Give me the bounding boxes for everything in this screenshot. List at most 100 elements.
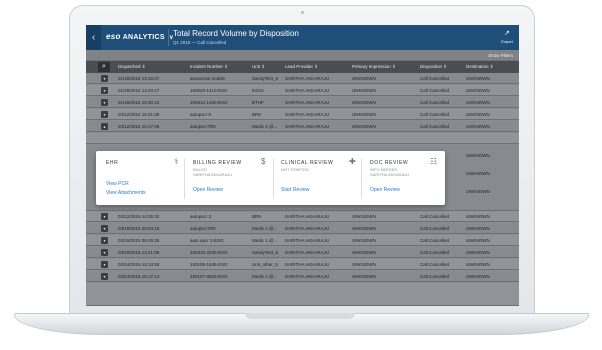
- column-header-unit[interactable]: Unit ⇕: [252, 64, 265, 70]
- column-header-disposition[interactable]: Disposition ⇕: [420, 64, 447, 70]
- table-row[interactable]: ▾ 03/24/2015 16:17:14 150107-0820-ESO Me…: [86, 271, 519, 282]
- table-row[interactable]: ▾ 01/29/2015 14:20:17 150529-1410-ESO ES…: [86, 85, 519, 96]
- export-button[interactable]: ↗ Export: [495, 25, 519, 50]
- cell-destination: UNKNOWN: [466, 214, 490, 219]
- back-button[interactable]: ‹: [86, 25, 101, 50]
- cell-unit: Medic 2 @...: [252, 124, 278, 129]
- cell-lead-provider: SARITHA AKKARAJU: [285, 274, 330, 279]
- cell-unit: BR9: [252, 214, 261, 219]
- doc-review-title: DOC REVIEW: [370, 160, 409, 166]
- page-subtitle: Q1 2015 — Call Cancelled: [173, 40, 227, 45]
- cell-lead-provider: SARITHA AKKARAJU: [285, 88, 330, 93]
- doc-open-review-link[interactable]: Open Review: [370, 187, 400, 193]
- cell-lead-provider: SARITHA AKKARAJU: [285, 262, 330, 267]
- page-title: Total Record Volume by Disposition: [173, 29, 299, 38]
- cell-dispatched: 03/18/2015 20:53:18: [118, 226, 160, 231]
- column-header-dispatched[interactable]: Dispatched ⇕: [118, 64, 146, 70]
- cell-unit: BR9: [252, 112, 261, 117]
- show-filters-button[interactable]: Show Filters: [488, 53, 513, 58]
- cell-destination: UNKNOWN: [466, 100, 490, 105]
- cell-dispatched: 03/19/2015 13:41:08: [118, 250, 160, 255]
- cell-incident-number: autopscr7R0: [190, 124, 216, 129]
- cell-unit: SandyTest_5: [252, 250, 279, 255]
- cell-primary-impression: UNKNOWN: [352, 250, 376, 255]
- cell-primary-impression: UNKNOWN: [352, 100, 376, 105]
- table-row[interactable]: ▾ 03/18/2015 09:46:35 auto epcr 2-ESO Me…: [86, 235, 519, 246]
- row-expand-button[interactable]: ▾: [101, 249, 108, 256]
- row-expand-button[interactable]: ▾: [101, 87, 108, 94]
- cell-dispatched: 03/12/2015 14:25:32: [118, 214, 160, 219]
- cell-disposition: Call Cancelled: [420, 112, 450, 117]
- table-row[interactable]: ▾ 03/18/2015 20:53:18 autopscr7R0 Medic …: [86, 223, 519, 234]
- cell-unit: Unit_other_5: [252, 262, 278, 267]
- billing-open-review-link[interactable]: Open Review: [193, 187, 223, 193]
- cell-incident-number: auto epcr 2-ESO: [190, 238, 224, 243]
- cell-unit: BTHF: [252, 100, 264, 105]
- app-header: ‹ eso ANALYTICS ∨ Total Record Volume by…: [86, 25, 519, 50]
- cell-destination: UNKNOWN: [466, 171, 490, 176]
- column-header-destination[interactable]: Destination ⇕: [466, 64, 494, 70]
- cell-lead-provider: SARITHA AKKARAJU: [285, 250, 330, 255]
- cell-incident-number: asosensor.mobile: [190, 76, 226, 81]
- cell-dispatched: 01/29/2015 15:30:12: [118, 100, 160, 105]
- cell-primary-impression: UNKNOWN: [352, 214, 376, 219]
- column-header-incident-number[interactable]: Incident Number ⇕: [190, 64, 228, 70]
- doc-review-section: DOC REVIEW ☷ INFO NEEDED SARITHA AKKARAJ…: [370, 151, 442, 205]
- billing-review-title: BILLING REVIEW: [193, 160, 242, 166]
- table-row[interactable]: ▾ 03/19/2015 13:41:08 150310-2040-ESO Sa…: [86, 247, 519, 258]
- product-switcher[interactable]: eso ANALYTICS ∨: [106, 32, 174, 41]
- row-expand-button[interactable]: ▾: [101, 261, 108, 268]
- row-expand-button[interactable]: ▾: [101, 213, 108, 220]
- column-header-primary-impression[interactable]: Primary Impression ⇕: [352, 64, 396, 70]
- cell-unit: Medic 1 @...: [252, 238, 278, 243]
- table-row[interactable]: ▾ 01/29/2015 13:15:07 asosensor.mobile S…: [86, 73, 519, 84]
- header-divider: [168, 29, 169, 46]
- cell-lead-provider: SARITHA AKKARAJU: [285, 100, 330, 105]
- clinical-review-section: CLINICAL REVIEW ✚ NOT STARTED Start Revi…: [281, 151, 359, 205]
- dollar-icon: $: [261, 157, 266, 166]
- cell-disposition: Call Cancelled: [420, 262, 450, 267]
- popup-divider: [184, 159, 185, 199]
- cell-primary-impression: UNKNOWN: [352, 76, 376, 81]
- column-header-lead-provider[interactable]: Lead Provider ⇕: [285, 64, 318, 70]
- view-attachments-link[interactable]: View Attachments: [106, 190, 146, 196]
- row-expand-button[interactable]: ▾: [101, 237, 108, 244]
- start-review-link[interactable]: Start Review: [281, 187, 309, 193]
- clipboard-icon: ☷: [430, 157, 438, 166]
- cell-destination: UNKNOWN: [466, 112, 490, 117]
- row-expand-button[interactable]: ▾: [101, 273, 108, 280]
- cell-lead-provider: SARITHA AKKARAJU: [285, 226, 330, 231]
- record-actions-popup: EHR ⚕ View PCR View Attachments BILLING …: [96, 151, 445, 205]
- row-expand-button[interactable]: ▾: [101, 75, 108, 82]
- view-pcr-link[interactable]: View PCR: [106, 181, 129, 187]
- cell-dispatched: 03/24/2015 16:17:14: [118, 274, 160, 279]
- row-expand-button[interactable]: ▾: [101, 99, 108, 106]
- table-row[interactable]: ▾ 03/24/2015 15:13:58 150106-1645-ESO Un…: [86, 259, 519, 270]
- cell-primary-impression: UNKNOWN: [352, 124, 376, 129]
- product-name: ANALYTICS: [122, 34, 165, 41]
- cell-destination: UNKNOWN: [466, 226, 490, 231]
- cell-unit: ESO1: [252, 88, 265, 93]
- table-row[interactable]: ▾ 01/29/2015 15:30:12 150512-1450-ESO BT…: [86, 97, 519, 108]
- cell-disposition: Call Cancelled: [420, 238, 450, 243]
- table-row[interactable]: ▴ 03/12/2015 16:17:49 autopscr7R0 Medic …: [86, 121, 519, 132]
- cell-destination: UNKNOWN: [466, 238, 490, 243]
- medical-kit-icon: ✚: [349, 157, 356, 166]
- cell-incident-number: autopscr7R0: [190, 226, 216, 231]
- row-expand-button[interactable]: ▾: [101, 111, 108, 118]
- cell-destination: UNKNOWN: [466, 153, 490, 158]
- cell-disposition: Call Cancelled: [420, 76, 450, 81]
- cell-unit: Medic 2 @...: [252, 274, 278, 279]
- search-icon[interactable]: ⌕: [98, 62, 110, 72]
- table-row[interactable]: ▾ 03/12/2015 15:31:09 autopscr 5 BR9 SAR…: [86, 109, 519, 120]
- billing-user: SARITHA AKKARAJU: [193, 172, 233, 177]
- cell-lead-provider: SARITHA AKKARAJU: [285, 124, 330, 129]
- row-expand-button[interactable]: ▴: [101, 123, 108, 130]
- camera-dot: [301, 11, 304, 14]
- cell-disposition: Call Cancelled: [420, 100, 450, 105]
- export-icon: ↗: [504, 30, 510, 37]
- popup-divider: [273, 159, 274, 199]
- row-expand-button[interactable]: ▾: [101, 225, 108, 232]
- cell-dispatched: 03/12/2015 16:17:49: [118, 124, 160, 129]
- table-row[interactable]: ▾ 03/12/2015 14:25:32 autopscr 3 BR9 SAR…: [86, 211, 519, 222]
